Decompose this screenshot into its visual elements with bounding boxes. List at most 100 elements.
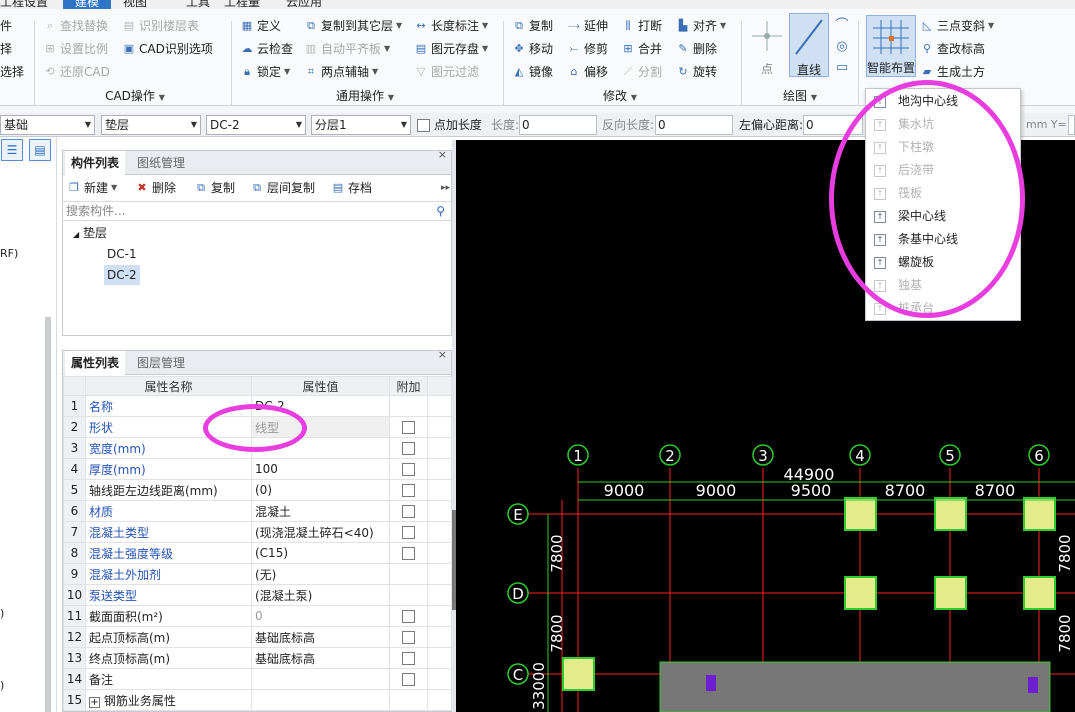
length-dimension-button[interactable]: ↔ 长度标注 ▼ [414,16,488,36]
property-row[interactable]: 10 泵送类型 (混凝土泵) [63,584,452,606]
property-value[interactable]: (现浇混凝土碎石<40) [251,521,390,543]
property-value[interactable]: (0) [251,479,390,501]
layer-select[interactable]: 分层1 ▼ [311,115,411,135]
property-row[interactable]: 3 宽度(mm) [63,437,452,459]
dropdown-item[interactable]: ↑ 下柱墩 [866,136,1020,159]
tab-component-list[interactable]: 构件列表 [65,151,126,175]
dropdown-item[interactable]: ↑ 独基 [866,274,1020,297]
property-row[interactable]: 13 终点顶标高(m) 基础底标高 [63,647,452,669]
dropdown-item[interactable]: ↑ 梁中心线 [866,205,1020,228]
attach-checkbox[interactable] [402,526,415,539]
y-coordinate-input[interactable] [1068,115,1075,135]
point-draw-button[interactable]: 点 [748,13,786,77]
left-offset-input[interactable]: 0 [803,115,863,135]
two-point-axis-button[interactable]: ⌗ 两点辅轴 ▼ [304,62,378,82]
close-icon[interactable]: × [438,348,447,361]
property-value[interactable]: 线型 [251,416,390,438]
tab-drawing-management[interactable]: 图纸管理 [131,151,191,175]
attach-checkbox[interactable] [402,547,415,560]
component-type-select[interactable]: 垫层 ▼ [101,115,201,135]
property-row[interactable]: 4 厚度(mm) 100 [63,458,452,480]
menu-tab-view[interactable]: 视图 [123,0,147,9]
left-scrollbar[interactable] [45,317,51,712]
component-select[interactable]: DC-2 ▼ [206,115,306,135]
component-search-input[interactable]: 搜索构件... ⚲ [63,201,451,221]
property-value[interactable]: (混凝土泵) [251,584,390,606]
dropdown-item[interactable]: ↑ 螺旋板 [866,251,1020,274]
dropdown-item[interactable]: ↑ 筏板 [866,182,1020,205]
new-component-button[interactable]: ❐ 新建 ▼ [67,177,117,199]
expand-icon[interactable]: + [89,696,100,708]
ribbon-left-fragment-2[interactable]: 择 [0,39,12,59]
attach-checkbox[interactable] [402,652,415,665]
cad-group-label[interactable]: CAD操作 ▼ [40,87,230,105]
property-value[interactable]: DC-2 [251,395,390,417]
list-view-icon[interactable]: ☰ [1,139,23,161]
define-button[interactable]: ▦ 定义 [240,16,281,36]
cloud-check-button[interactable]: ☁ 云检查 [240,39,294,59]
property-row[interactable]: 7 混凝土类型 (现浇混凝土碎石<40) [63,521,452,543]
dropdown-item[interactable]: ↑ 桩承台 [866,297,1020,320]
save-element-button[interactable]: ▤ 图元存盘 ▼ [414,39,488,59]
property-value[interactable]: 基础底标高 [251,626,390,648]
split-button[interactable]: ⟋ 分割 [621,62,662,82]
add-length-checkbox[interactable] [417,119,430,132]
property-value[interactable]: 混凝土 [251,500,390,522]
arc-icon[interactable]: ⌒ [832,15,852,36]
trim-button[interactable]: ⤚ 修剪 [567,39,608,59]
attach-checkbox[interactable] [402,673,415,686]
draw-group-label[interactable]: 绘图 ▼ [770,87,830,105]
circle-icon[interactable]: ◎ [832,36,852,57]
card-view-icon[interactable]: ▤ [29,139,51,161]
rect-icon[interactable]: ▭ [832,57,852,78]
property-row[interactable]: 2 形状 线型 [63,416,452,438]
reverse-length-input[interactable]: 0 [655,115,733,135]
menu-tab-quantity[interactable]: 工程量 [224,0,260,9]
smart-place-button[interactable]: 智能布置 [866,15,916,77]
extend-button[interactable]: ⤏ 延伸 [567,16,608,36]
offset-button[interactable]: ⌂ 偏移 [567,62,609,82]
attach-checkbox[interactable] [402,610,415,623]
property-value[interactable]: (无) [251,563,390,585]
lock-button[interactable]: 🔒︎ 锁定 ▼ [240,62,290,82]
property-row[interactable]: 15 + 钢筋业务属性 [63,689,452,711]
element-filter-button[interactable]: ▽ 图元过滤 [414,62,479,82]
property-value[interactable]: 100 [251,458,390,480]
generate-earthwork-button[interactable]: ▰ 生成土方 [920,62,985,82]
move-button[interactable]: ✥ 移动 [512,39,553,59]
line-draw-button[interactable]: 直线 [789,13,829,77]
property-value[interactable]: (C15) [251,542,390,564]
align-button[interactable]: ▙ 对齐 ▼ [676,16,726,36]
menu-tab-tools[interactable]: 工具 [186,0,210,9]
archive-button[interactable]: ▤ 存档 [331,177,372,199]
property-row[interactable]: 5 轴线距左边线距离(mm) (0) [63,479,452,501]
dropdown-item[interactable]: ↑ 后浇带 [866,159,1020,182]
property-row[interactable]: 11 截面面积(m²) 0 [63,605,452,627]
attach-checkbox[interactable] [402,463,415,476]
copy-to-other-layer-button[interactable]: ⧉ 复制到其它层 ▼ [304,16,402,36]
attach-checkbox[interactable] [402,505,415,518]
ribbon-left-fragment-1[interactable]: 件 [0,16,12,36]
attach-checkbox[interactable] [402,631,415,644]
attach-checkbox[interactable] [402,442,415,455]
property-value[interactable] [251,668,390,690]
close-icon[interactable]: × [438,148,447,161]
cad-options-button[interactable]: ▣ CAD识别选项 [122,39,213,59]
tree-root[interactable]: ◢ 垫层 [73,223,107,245]
tree-item-dc1[interactable]: DC-1 [107,244,137,264]
delete-component-button[interactable]: ✖ 删除 [135,177,176,199]
dropdown-item[interactable]: ↑ 条基中心线 [866,228,1020,251]
property-row[interactable]: 8 混凝土强度等级 (C15) [63,542,452,564]
search-icon[interactable]: ⚲ [436,202,445,220]
copy-component-button[interactable]: ⧉ 复制 [194,177,235,199]
menu-tab-modeling[interactable]: 建模 [63,0,112,9]
property-row[interactable]: 1 名称 DC-2 [63,395,452,417]
more-icon[interactable]: ▸▸ [441,177,450,199]
property-row[interactable]: 12 起点顶标高(m) 基础底标高 [63,626,452,648]
set-scale-button[interactable]: ⊞ 设置比例 [43,39,108,59]
ribbon-left-fragment-3[interactable]: 选择 [0,62,24,82]
attach-checkbox[interactable] [402,421,415,434]
auto-align-slab-button[interactable]: ▥ 自动平齐板 ▼ [304,39,390,59]
menu-tab-project-settings[interactable]: 工程设置 [0,0,48,9]
break-button[interactable]: ⫼ 打断 [621,16,662,36]
